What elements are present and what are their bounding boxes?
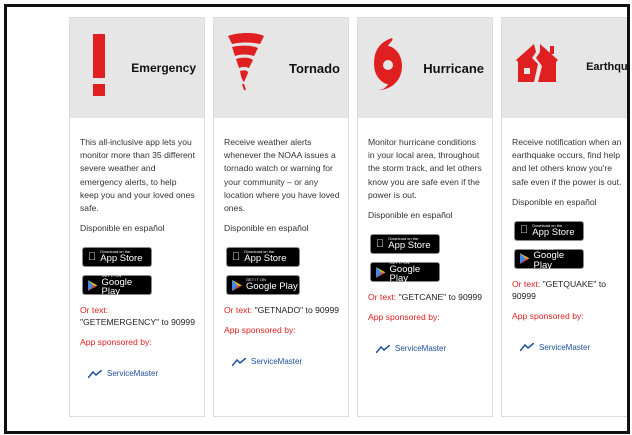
sponsor-label: App sponsored by:: [80, 337, 152, 348]
servicemaster-logo[interactable]: ServiceMaster: [232, 357, 348, 366]
app-store-button[interactable]:  Download on theApp Store: [226, 247, 300, 268]
sponsor-label: App sponsored by:: [512, 310, 584, 321]
text-value: "GETEMERGENCY" to 90999: [80, 317, 195, 328]
app-store-button[interactable]:  Download on theApp Store: [82, 247, 152, 268]
google-play-label: Google Play: [101, 276, 133, 298]
servicemaster-logo[interactable]: ServiceMaster: [376, 344, 492, 353]
spanish-link[interactable]: Disponible en español: [502, 197, 627, 207]
hurricane-icon: [374, 38, 402, 90]
card-title: Hurricane: [423, 61, 484, 76]
google-play-icon: [232, 279, 242, 291]
google-play-label: Google Play: [389, 263, 421, 285]
card-header-emergency: Emergency: [70, 18, 204, 118]
servicemaster-logo-icon: [88, 369, 102, 378]
google-play-label: Google Play: [533, 250, 565, 271]
google-play-button[interactable]: GET IT ON Google Play: [226, 275, 300, 296]
card-header-hurricane: Hurricane: [358, 18, 492, 118]
apple-icon: : [88, 251, 96, 263]
card-emergency: Emergency This all-inclusive app lets yo…: [69, 17, 205, 417]
sponsor-label: App sponsored by:: [224, 325, 296, 336]
earthquake-house-icon: [516, 44, 558, 82]
apple-icon: : [232, 251, 240, 263]
app-store-label: App Store: [380, 240, 430, 252]
app-store-label: App Store: [524, 227, 574, 239]
app-cards-frame: Emergency This all-inclusive app lets yo…: [4, 4, 630, 434]
servicemaster-logo-icon: [232, 357, 246, 366]
card-description: Monitor hurricane conditions in your loc…: [368, 137, 482, 200]
spanish-link[interactable]: Disponible en español: [358, 210, 492, 220]
card-header-earthquake: Earthquake: [502, 18, 628, 118]
servicemaster-logo-icon: [376, 344, 390, 353]
app-store-label: App Store: [236, 253, 286, 265]
text-instruction: Or text: "GETEMERGENCY" to 90999: [70, 304, 204, 328]
card-title: Tornado: [288, 61, 340, 76]
google-play-button[interactable]: GET IT ON Google Play: [82, 273, 152, 298]
apple-icon: : [520, 225, 528, 236]
text-label: Or text:: [368, 292, 397, 303]
text-instruction: Or text: "GETCANE" to 90999: [358, 291, 492, 303]
google-play-icon: [376, 266, 386, 278]
google-play-icon: [88, 279, 98, 291]
text-instruction: Or text: "GETNADO" to 90999: [214, 304, 348, 316]
app-store-label: App Store: [92, 253, 142, 265]
google-play-button[interactable]: GET IT ON Google Play: [370, 260, 440, 285]
text-instruction: Or text: "GETQUAKE" to 90999: [502, 278, 627, 302]
exclamation-icon: [93, 34, 105, 96]
card-tornado: Tornado Receive weather alerts whenever …: [213, 17, 349, 417]
card-description: Receive weather alerts whenever the NOAA…: [224, 137, 340, 214]
spanish-link[interactable]: Disponible en español: [214, 223, 348, 233]
sponsor-name: ServiceMaster: [107, 369, 159, 379]
apple-icon: : [376, 238, 384, 250]
app-store-button[interactable]:  Download on theApp Store: [514, 220, 584, 241]
card-description: Receive notification when an earthquake …: [512, 137, 622, 187]
app-store-button[interactable]:  Download on theApp Store: [370, 234, 440, 255]
card-hurricane: Hurricane Monitor hurricane conditions i…: [357, 17, 493, 417]
text-value: "GETNADO" to 90999: [254, 305, 340, 316]
google-play-icon: [520, 253, 530, 265]
text-label: Or text:: [512, 278, 541, 289]
card-title: Emergency: [131, 61, 196, 75]
google-play-label: Google Play: [246, 281, 298, 293]
text-label: Or text:: [80, 305, 109, 316]
sponsor-name: ServiceMaster: [539, 342, 591, 352]
card-earthquake: Earthquake Receive notification when an …: [501, 17, 628, 417]
card-header-tornado: Tornado: [214, 18, 348, 118]
servicemaster-logo[interactable]: ServiceMaster: [88, 369, 204, 378]
text-label: Or text:: [224, 305, 253, 316]
text-value: "GETCANE" to 90999: [398, 292, 483, 303]
tornado-icon: [228, 33, 264, 91]
sponsor-name: ServiceMaster: [395, 344, 447, 354]
card-title: Earthquake: [586, 61, 628, 73]
card-description: This all-inclusive app lets you monitor …: [80, 137, 195, 214]
servicemaster-logo-icon: [520, 343, 534, 352]
spanish-link[interactable]: Disponible en español: [70, 223, 204, 233]
sponsor-name: ServiceMaster: [251, 357, 303, 367]
sponsor-label: App sponsored by:: [368, 312, 440, 323]
google-play-button[interactable]: GET IT ON Google Play: [514, 247, 584, 271]
servicemaster-logo[interactable]: ServiceMaster: [520, 342, 627, 352]
